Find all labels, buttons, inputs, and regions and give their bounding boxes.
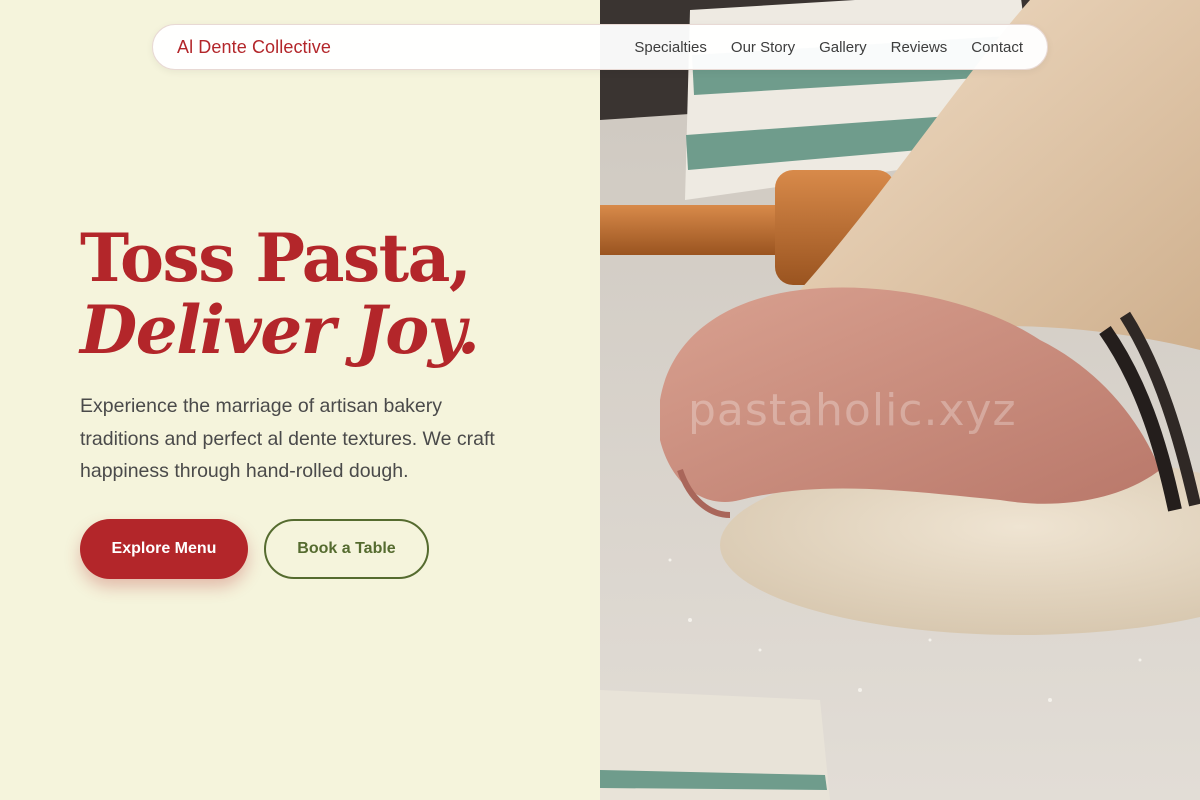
nav-link-contact[interactable]: Contact [971,39,1023,56]
brand-logo[interactable]: Al Dente Collective [177,37,331,58]
image-watermark: pastaholic.xyz [688,385,1017,436]
nav-link-gallery[interactable]: Gallery [819,39,867,56]
headline-line-2: Deliver Joy. [80,291,480,369]
nav-link-specialties[interactable]: Specialties [634,39,707,56]
navbar: Al Dente Collective Specialties Our Stor… [152,24,1048,70]
hero-description: Experience the marriage of artisan baker… [80,395,495,482]
nav-link-our-story[interactable]: Our Story [731,39,795,56]
nav-links: Specialties Our Story Gallery Reviews Co… [634,39,1023,56]
book-table-button[interactable]: Book a Table [264,519,429,579]
nav-link-reviews[interactable]: Reviews [891,39,948,56]
headline-line-1: Toss Pasta, [80,219,472,297]
hero-image: pastaholic.xyz [600,0,1200,800]
explore-menu-button[interactable]: Explore Menu [80,519,248,579]
hero-headline: Toss Pasta, Deliver Joy. [80,219,480,369]
